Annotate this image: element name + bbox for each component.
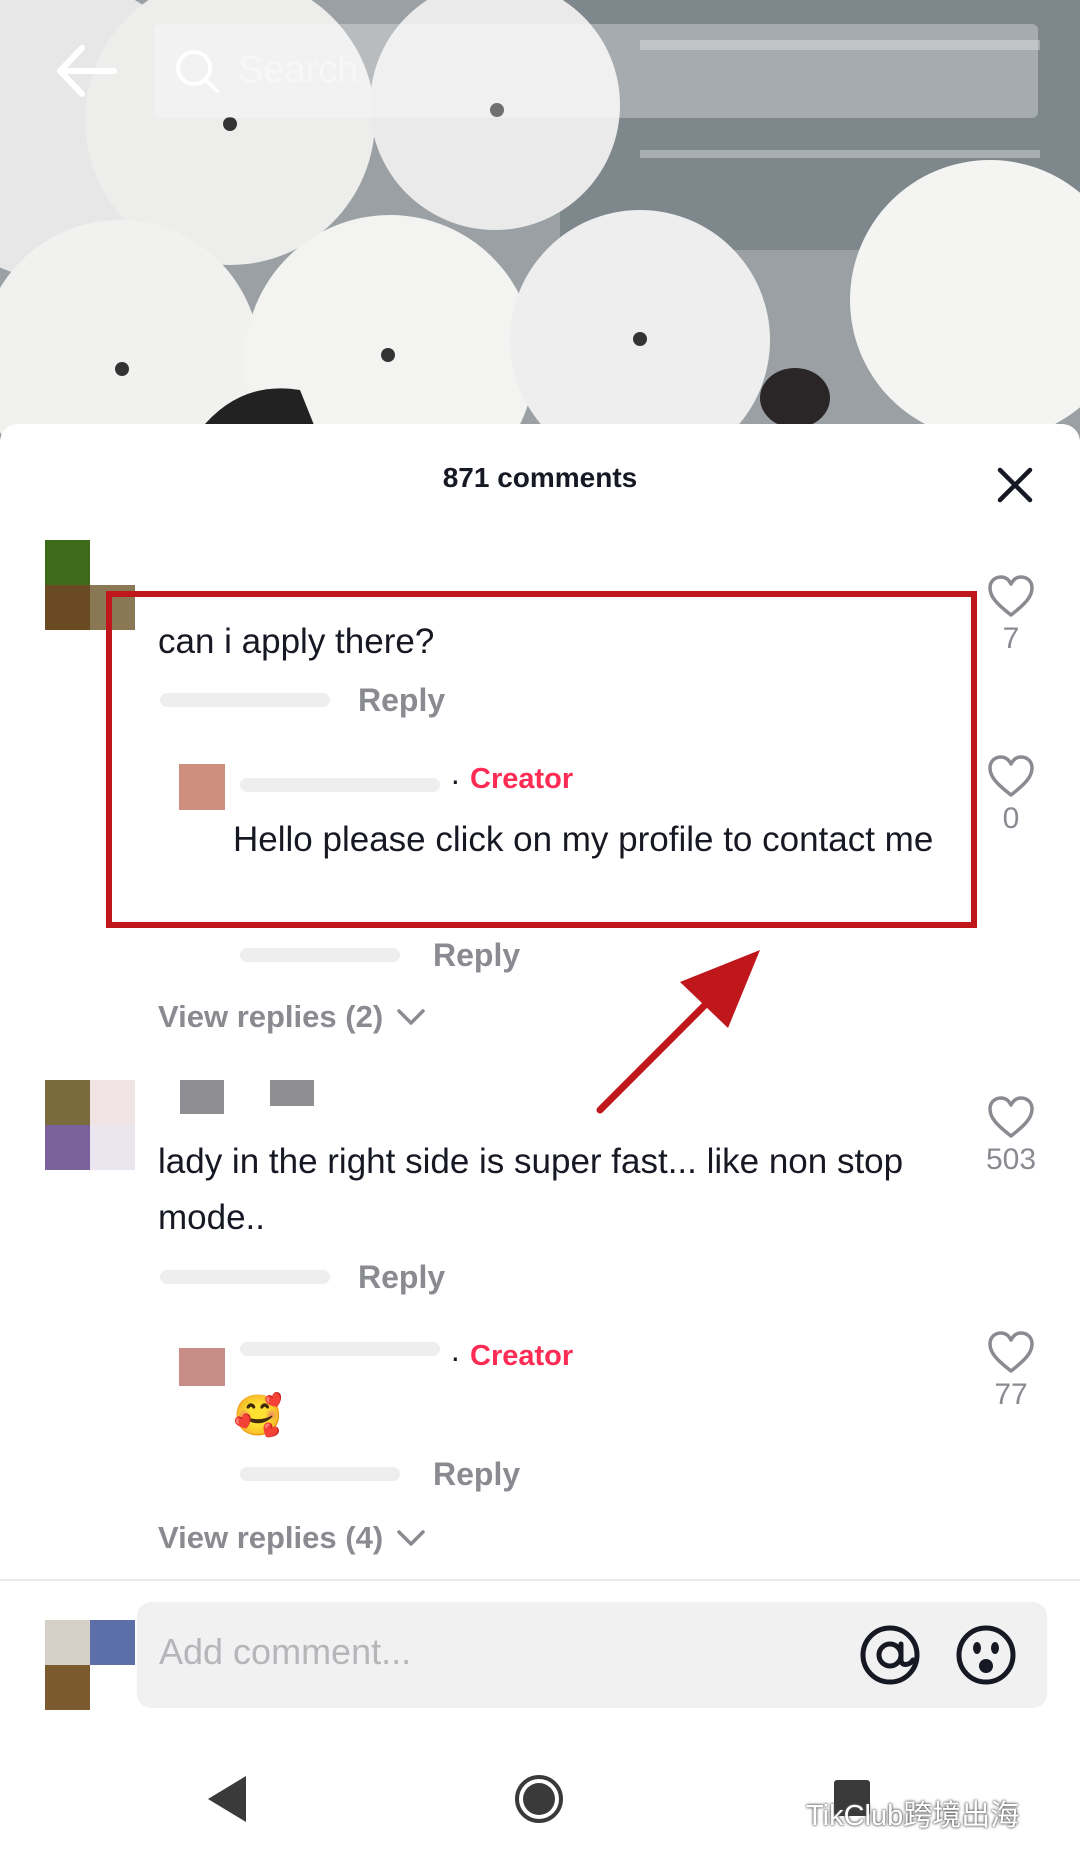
mention-button[interactable] xyxy=(859,1624,921,1686)
nav-home-button[interactable] xyxy=(514,1774,564,1829)
comments-count-title: 871 comments xyxy=(442,462,638,493)
annotation-arrow-icon xyxy=(596,950,760,1114)
add-comment-placeholder: Add comment... xyxy=(159,1631,412,1672)
heart-icon xyxy=(988,755,1034,797)
like-button[interactable]: 0 xyxy=(971,754,1051,836)
top-bar: Search xyxy=(0,0,1080,150)
search-input[interactable]: Search xyxy=(154,24,1038,118)
reply-date xyxy=(240,948,400,962)
my-avatar[interactable] xyxy=(45,1620,135,1710)
like-button[interactable]: 503 xyxy=(971,1095,1051,1177)
like-button[interactable]: 77 xyxy=(971,1330,1051,1412)
view-replies-label: View replies (4) xyxy=(158,1520,384,1555)
back-arrow-icon xyxy=(57,45,117,97)
watermark: TikClub跨境出海 xyxy=(806,1800,1020,1832)
divider xyxy=(0,1579,1080,1581)
heart-icon xyxy=(988,1331,1034,1373)
creator-badge: Creator xyxy=(470,1340,574,1372)
username-blurred xyxy=(270,1080,314,1106)
close-icon xyxy=(997,467,1033,503)
emoji-icon xyxy=(956,1625,1016,1685)
view-replies-button[interactable]: View replies (2) xyxy=(158,999,426,1035)
separator-dot: · xyxy=(450,1339,461,1375)
comment-text: lady in the right side is super fast... … xyxy=(158,1142,904,1237)
highlight-box-annotation xyxy=(106,591,977,928)
like-count: 77 xyxy=(994,1378,1028,1411)
reply-button[interactable]: Reply xyxy=(358,1259,445,1295)
reply-button[interactable]: Reply xyxy=(433,937,520,973)
like-count: 7 xyxy=(1002,622,1020,655)
emoji-button[interactable] xyxy=(955,1624,1017,1686)
avatar[interactable] xyxy=(45,1080,135,1170)
chevron-down-icon xyxy=(397,1009,425,1025)
heart-icon xyxy=(988,575,1034,617)
search-icon xyxy=(176,50,219,93)
creator-avatar[interactable] xyxy=(179,1348,225,1394)
reply-date xyxy=(240,1467,400,1481)
view-replies-button[interactable]: View replies (4) xyxy=(158,1520,426,1556)
nav-back-icon xyxy=(208,1776,246,1822)
username-blurred xyxy=(180,1080,224,1114)
comment-date xyxy=(160,1270,330,1284)
search-placeholder: Search xyxy=(238,49,359,91)
close-button[interactable] xyxy=(996,466,1034,504)
back-button[interactable] xyxy=(52,44,118,98)
add-comment-input[interactable]: Add comment... xyxy=(137,1602,1047,1708)
like-button[interactable]: 7 xyxy=(971,574,1051,656)
nav-home-icon xyxy=(515,1775,563,1823)
reply-button[interactable]: Reply xyxy=(433,1456,520,1492)
nav-back-button[interactable] xyxy=(204,1774,248,1829)
view-replies-label: View replies (2) xyxy=(158,999,384,1034)
reply-emoji: 🥰 xyxy=(233,1394,283,1438)
creator-username xyxy=(240,1342,440,1356)
chevron-down-icon xyxy=(397,1530,425,1546)
heart-icon xyxy=(988,1096,1034,1138)
like-count: 0 xyxy=(1002,802,1020,835)
at-icon xyxy=(860,1625,920,1685)
like-count: 503 xyxy=(985,1143,1037,1176)
